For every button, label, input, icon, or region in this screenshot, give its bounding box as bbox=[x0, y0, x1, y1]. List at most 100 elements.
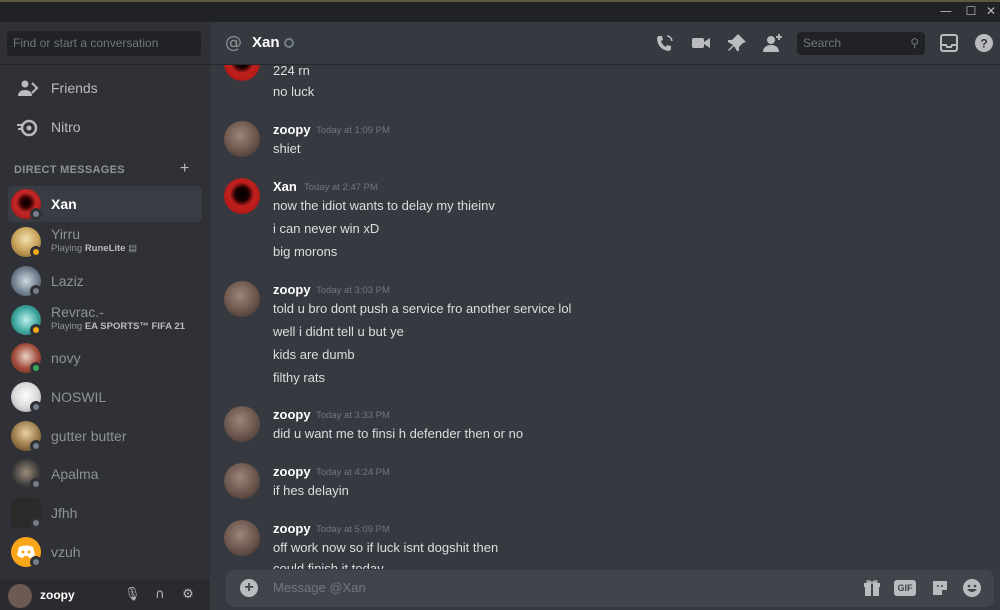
message-text: 224 rn bbox=[273, 65, 310, 78]
status-offline-icon bbox=[30, 401, 42, 413]
message-timestamp: Today at 3:33 PM bbox=[316, 410, 390, 421]
upload-plus-icon[interactable]: + bbox=[240, 579, 258, 597]
message-list: 224 rn no luck zoopy Today at 1:09 PM sh… bbox=[210, 65, 1000, 569]
status-offline-icon bbox=[30, 285, 42, 297]
search-icon: ⚲ bbox=[910, 36, 919, 50]
user-avatar[interactable] bbox=[8, 584, 32, 608]
message-avatar[interactable] bbox=[224, 463, 260, 499]
find-conversation-button[interactable]: Find or start a conversation bbox=[7, 31, 201, 56]
message-timestamp: Today at 1:09 PM bbox=[316, 125, 390, 136]
page-title: Xan bbox=[252, 34, 280, 51]
dm-name: Revrac.- bbox=[51, 304, 104, 320]
dm-name: Xan bbox=[51, 196, 77, 212]
message-text: could finish it today bbox=[273, 561, 384, 569]
friends-icon bbox=[18, 80, 39, 96]
message-avatar[interactable] bbox=[224, 121, 260, 157]
dm-sidebar: Find or start a conversation Friends Nit… bbox=[0, 22, 210, 610]
message-text: shiet bbox=[273, 141, 301, 156]
search-placeholder: Search bbox=[803, 36, 842, 50]
status-offline-icon bbox=[30, 517, 42, 529]
dm-item-yirru[interactable]: Yirru Playing RuneLite ▤ bbox=[8, 224, 202, 260]
message-text: no luck bbox=[273, 84, 315, 99]
at-sign-icon: @ bbox=[225, 33, 242, 53]
microphone-icon[interactable]: 🎙 bbox=[124, 587, 141, 603]
activity-prefix: Playing bbox=[51, 243, 85, 254]
message-text: filthy rats bbox=[273, 370, 326, 385]
message-text: did u want me to finsi h defender then o… bbox=[273, 426, 524, 441]
status-offline-icon bbox=[30, 440, 42, 452]
dm-item-jfhh[interactable]: Jfhh bbox=[8, 495, 202, 531]
message-text: now the idiot wants to delay my thieinv bbox=[273, 198, 495, 213]
title-bar: — ☐ ✕ bbox=[0, 0, 1000, 22]
dm-item-revrac[interactable]: Revrac.- Playing EA SPORTS™ FIFA 21 bbox=[8, 302, 202, 338]
nav-friends-label: Friends bbox=[51, 80, 98, 96]
message-avatar[interactable] bbox=[224, 65, 260, 81]
dm-name: Laziz bbox=[51, 273, 84, 289]
message-timestamp: Today at 4:24 PM bbox=[316, 467, 390, 478]
title-bar-strip bbox=[0, 0, 1000, 2]
message-text: big morons bbox=[273, 244, 338, 259]
dm-name: Yirru bbox=[51, 226, 81, 242]
message-text: if hes delayin bbox=[273, 483, 349, 498]
activity-game: RuneLite bbox=[84, 243, 126, 254]
status-offline-icon bbox=[30, 556, 42, 568]
start-voice-call-icon[interactable] bbox=[654, 32, 676, 54]
pinned-messages-icon[interactable] bbox=[726, 32, 748, 54]
gif-picker-button[interactable]: GIF bbox=[894, 580, 916, 596]
message-author[interactable]: zoopy bbox=[273, 521, 311, 536]
gift-icon[interactable] bbox=[862, 578, 882, 598]
dm-item-novy[interactable]: novy bbox=[8, 340, 202, 376]
search-input[interactable]: Search ⚲ bbox=[797, 32, 925, 55]
dm-item-xan[interactable]: Xan bbox=[8, 186, 202, 222]
svg-text:?: ? bbox=[980, 37, 987, 51]
nav-friends[interactable]: Friends bbox=[8, 71, 202, 107]
dm-item-noswil[interactable]: NOSWIL bbox=[8, 379, 202, 415]
nav-nitro[interactable]: Nitro bbox=[8, 110, 202, 146]
message-avatar[interactable] bbox=[224, 520, 260, 556]
dm-item-apalma[interactable]: Apalma bbox=[8, 456, 202, 492]
maximize-button[interactable]: ☐ bbox=[960, 3, 982, 19]
add-friends-to-dm-icon[interactable] bbox=[762, 32, 784, 54]
nitro-icon bbox=[17, 119, 38, 137]
user-name[interactable]: zoopy bbox=[40, 588, 75, 602]
dm-name: Apalma bbox=[51, 466, 99, 482]
status-offline-icon bbox=[284, 38, 294, 48]
dm-name: vzuh bbox=[51, 544, 81, 560]
dm-item-laziz[interactable]: Laziz bbox=[8, 263, 202, 299]
chat-header: @ Xan Search ⚲ ? bbox=[210, 22, 1000, 65]
message-avatar[interactable] bbox=[224, 406, 260, 442]
message-author[interactable]: zoopy bbox=[273, 407, 311, 422]
dm-item-vzuh[interactable]: vzuh bbox=[8, 534, 202, 570]
message-text: off work now so if luck isnt dogshit the… bbox=[273, 540, 499, 555]
inbox-icon[interactable] bbox=[938, 32, 960, 54]
dm-item-gutter-butter[interactable]: gutter butter bbox=[8, 418, 202, 454]
rich-presence-icon: ▤ bbox=[128, 243, 138, 254]
sticker-icon[interactable] bbox=[930, 578, 950, 598]
message-composer[interactable]: + Message @Xan GIF bbox=[226, 570, 994, 607]
message-author[interactable]: zoopy bbox=[273, 464, 311, 479]
activity-game: EA SPORTS™ FIFA 21 bbox=[84, 321, 185, 332]
status-offline-icon bbox=[30, 208, 42, 220]
message-timestamp: Today at 3:03 PM bbox=[316, 285, 390, 296]
message-input[interactable]: Message @Xan bbox=[273, 580, 366, 595]
status-offline-icon bbox=[30, 478, 42, 490]
message-avatar[interactable] bbox=[224, 178, 260, 214]
emoji-icon[interactable] bbox=[962, 578, 982, 598]
settings-gear-icon[interactable]: ⚙ bbox=[180, 587, 196, 603]
activity-prefix: Playing bbox=[51, 321, 85, 332]
dm-activity: Playing EA SPORTS™ FIFA 21 bbox=[51, 321, 185, 332]
headphones-icon[interactable]: ∩ bbox=[152, 587, 168, 603]
message-avatar[interactable] bbox=[224, 281, 260, 317]
start-video-call-icon[interactable] bbox=[690, 32, 712, 54]
message-text: i can never win xD bbox=[273, 221, 380, 236]
nav-nitro-label: Nitro bbox=[51, 119, 81, 135]
minimize-button[interactable]: — bbox=[935, 3, 957, 19]
message-author[interactable]: zoopy bbox=[273, 122, 311, 137]
help-icon[interactable]: ? bbox=[973, 32, 995, 54]
close-button[interactable]: ✕ bbox=[980, 3, 1000, 19]
create-dm-button[interactable]: + bbox=[180, 161, 194, 177]
message-author[interactable]: Xan bbox=[273, 179, 297, 194]
message-text: well i didnt tell u but ye bbox=[273, 324, 404, 339]
status-idle-icon bbox=[30, 246, 42, 258]
message-author[interactable]: zoopy bbox=[273, 282, 311, 297]
